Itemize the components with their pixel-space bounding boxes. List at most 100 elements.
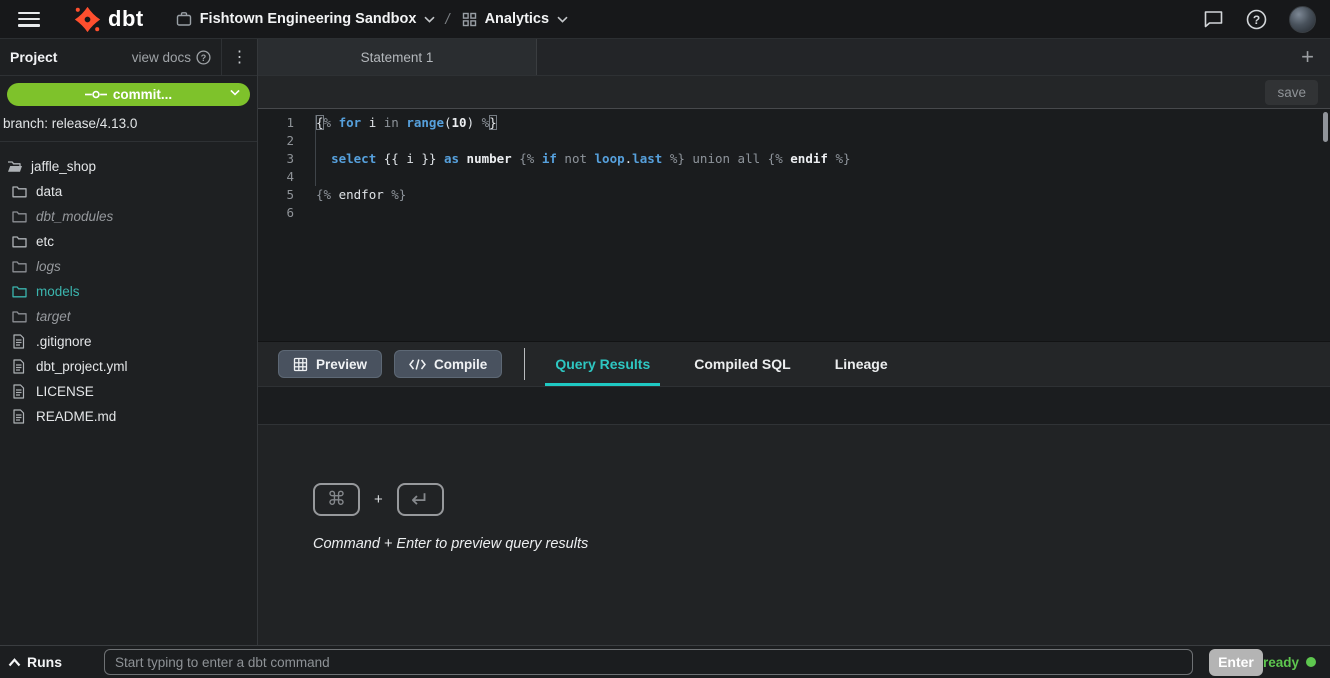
tree-item-label: models [36, 284, 80, 299]
folder-open-icon [7, 160, 22, 173]
tab-lineage[interactable]: Lineage [813, 342, 910, 386]
indent-guide [315, 115, 316, 186]
help-icon[interactable]: ? [1246, 9, 1267, 30]
tree-item-models[interactable]: models [0, 279, 257, 304]
tree-item-label: .gitignore [36, 334, 92, 349]
code-line[interactable] [316, 204, 851, 222]
line-number: 3 [258, 150, 294, 168]
tree-item-logs[interactable]: logs [0, 254, 257, 279]
tree-item-label: dbt_modules [36, 209, 113, 224]
results-subheader [258, 387, 1330, 425]
save-button[interactable]: save [1265, 80, 1318, 105]
status-text: ready [1263, 655, 1299, 670]
preview-hint-text: Command + Enter to preview query results [313, 536, 1330, 552]
project-name: Analytics [485, 11, 549, 27]
account-switcher[interactable]: Fishtown Engineering Sandbox [176, 11, 436, 27]
menu-icon[interactable] [18, 12, 40, 27]
grid-icon [462, 12, 477, 27]
tree-item-jaffle-shop[interactable]: jaffle_shop [0, 154, 257, 179]
tree-item-label: target [36, 309, 71, 324]
results-tabs: Query ResultsCompiled SQLLineage [533, 342, 909, 386]
tree-item-label: LICENSE [36, 384, 94, 399]
tree-item-label: data [36, 184, 62, 199]
tree-item-label: README.md [36, 409, 116, 424]
preview-button[interactable]: Preview [278, 350, 382, 378]
tree-item-dbt-project-yml[interactable]: dbt_project.yml [0, 354, 257, 379]
dbt-command-input[interactable] [104, 649, 1193, 675]
code-lines: {% for i in range(10) %} select {{ i }} … [302, 114, 851, 341]
results-panel-header: Preview Compile Query ResultsCompiled SQ… [258, 341, 1330, 387]
editor-tab-bar: Statement 1 + [258, 39, 1330, 76]
project-switcher[interactable]: Analytics [462, 11, 568, 27]
git-commit-icon [85, 89, 107, 100]
compile-button[interactable]: Compile [394, 350, 502, 378]
tab-query-results[interactable]: Query Results [533, 342, 672, 386]
sidebar-title: Project [10, 49, 57, 65]
enter-key-icon: ↵ [397, 483, 444, 516]
line-number: 1 [258, 114, 294, 132]
table-icon [293, 357, 308, 372]
code-line[interactable]: select {{ i }} as number {% if not loop.… [316, 150, 851, 168]
code-icon [409, 358, 426, 371]
tree-item-data[interactable]: data [0, 179, 257, 204]
code-line[interactable] [316, 168, 851, 186]
tab-compiled-sql[interactable]: Compiled SQL [672, 342, 812, 386]
folder-icon [12, 260, 27, 273]
code-line[interactable]: {% for i in range(10) %} [316, 114, 851, 132]
enter-button[interactable]: Enter [1209, 649, 1263, 676]
view-docs-link[interactable]: view docs ? [132, 50, 221, 65]
command-key-icon: ⌘ [313, 483, 360, 516]
breadcrumb-separator: / [445, 11, 449, 28]
runs-toggle[interactable]: Runs [8, 654, 104, 670]
code-line[interactable]: {% endfor %} [316, 186, 851, 204]
file-explorer-sidebar: Project view docs ? ⋮ commit... [0, 39, 258, 645]
tree-item--gitignore[interactable]: .gitignore [0, 329, 257, 354]
results-empty-state: ⌘ + ↵ Command + Enter to preview query r… [258, 425, 1330, 645]
new-tab-button[interactable]: + [1295, 43, 1320, 71]
editor-toolbar: save [258, 76, 1330, 109]
chevron-up-icon [8, 658, 21, 667]
commit-dropdown-chevron-icon[interactable] [230, 89, 240, 96]
dbt-logo: dbt [74, 6, 144, 33]
folder-icon [12, 210, 27, 223]
tree-item-label: jaffle_shop [31, 159, 96, 174]
folder-icon [12, 310, 27, 323]
code-gutter: 123456 [258, 114, 302, 341]
tree-item-license[interactable]: LICENSE [0, 379, 257, 404]
code-editor[interactable]: 123456 {% for i in range(10) %} select {… [258, 109, 1330, 341]
folder-icon [12, 185, 27, 198]
file-tree: jaffle_shopdata dbt_modulesetc logs models t… [0, 142, 257, 645]
tree-item-readme-md[interactable]: README.md [0, 404, 257, 429]
folder-icon [12, 285, 27, 298]
file-icon [12, 334, 27, 349]
editor-scrollbar[interactable] [1323, 112, 1328, 142]
svg-text:?: ? [201, 53, 207, 63]
line-number: 4 [258, 168, 294, 186]
tree-item-target[interactable]: target [0, 304, 257, 329]
top-navigation-bar: dbt Fishtown Engineering Sandbox / Analy… [0, 0, 1330, 39]
dbt-logo-text: dbt [108, 6, 144, 32]
user-avatar[interactable] [1289, 6, 1316, 33]
line-number: 5 [258, 186, 294, 204]
sidebar-menu-icon[interactable]: ⋮ [221, 39, 257, 76]
help-circle-icon: ? [196, 50, 211, 65]
commit-button[interactable]: commit... [7, 83, 250, 106]
status-dot [1306, 657, 1316, 667]
tab-statement-1[interactable]: Statement 1 [258, 39, 537, 75]
account-name: Fishtown Engineering Sandbox [200, 11, 417, 27]
chevron-down-icon [557, 16, 568, 23]
chat-icon[interactable] [1203, 9, 1224, 29]
tree-item-label: logs [36, 259, 61, 274]
dbt-logo-icon [74, 6, 101, 33]
briefcase-icon [176, 11, 192, 27]
tree-item-dbt-modules[interactable]: dbt_modules [0, 204, 257, 229]
tree-item-etc[interactable]: etc [0, 229, 257, 254]
tree-item-label: etc [36, 234, 54, 249]
chevron-down-icon [424, 16, 435, 23]
svg-text:?: ? [1253, 13, 1260, 27]
file-icon [12, 409, 27, 424]
branch-label: branch: release/4.13.0 [0, 108, 257, 142]
code-line[interactable] [316, 132, 851, 150]
folder-icon [12, 235, 27, 248]
tree-item-label: dbt_project.yml [36, 359, 128, 374]
